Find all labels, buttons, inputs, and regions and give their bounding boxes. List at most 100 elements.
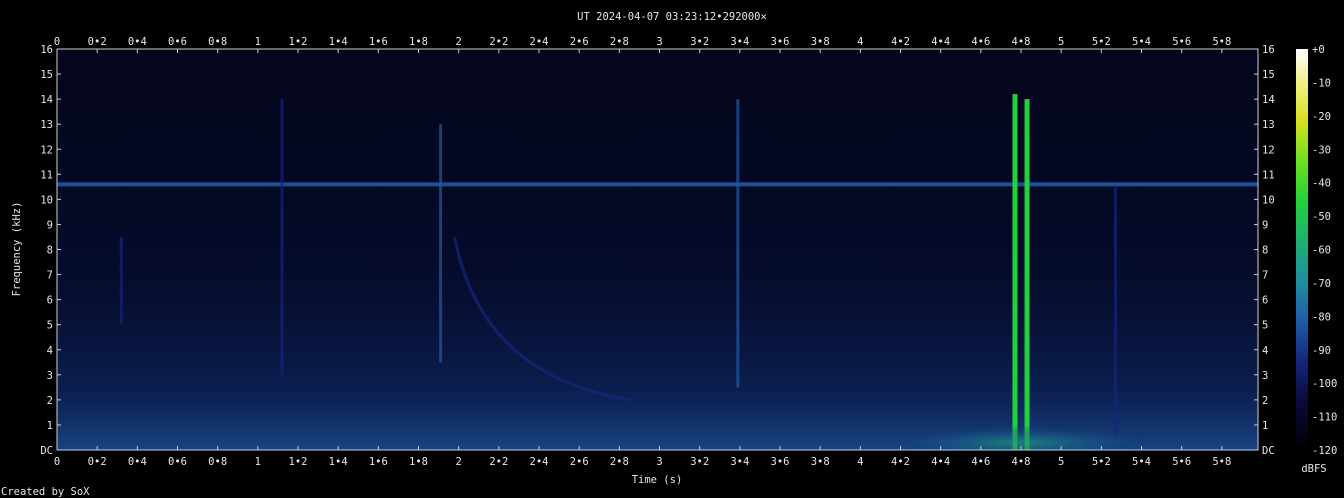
x-tick-label-top: 4•2 <box>891 36 910 48</box>
x-tick-label-bottom: 2•4 <box>530 456 549 468</box>
colorbar-tick-label: +0 <box>1312 44 1325 56</box>
feature-vertical-burst <box>1012 94 1018 451</box>
x-tick-label-bottom: 3•6 <box>771 456 790 468</box>
colorbar-ticks: +0 -10 -20 -30 -40 -50 -60 -70 -80 -90 -100 -110 -12… <box>1312 44 1337 457</box>
feature-vertical-burst <box>439 124 443 363</box>
y-tick-label-left: 2 <box>47 395 53 407</box>
x-tick-label-top: 1•8 <box>409 36 428 48</box>
x-tick-label-bottom: 5 <box>1058 456 1064 468</box>
y-tick-label-right: 10 <box>1262 194 1275 206</box>
y-tick-label-left: 12 <box>40 144 53 156</box>
y-tick-label-right: 14 <box>1262 94 1275 106</box>
y-tick-label-right: 8 <box>1262 245 1268 257</box>
colorbar-tick-label: -60 <box>1312 245 1331 257</box>
feature-vertical-burst <box>1024 99 1030 450</box>
y-tick-label-left: 16 <box>40 44 53 56</box>
x-tick-label-bottom: 4 <box>857 456 863 468</box>
y-tick-label-right: DC <box>1262 445 1275 457</box>
y-tick-label-left: 7 <box>47 270 53 282</box>
x-tick-label-bottom: 3•2 <box>690 456 709 468</box>
x-tick-label-top: 4 <box>857 36 863 48</box>
x-tick-label-bottom: 4•6 <box>971 456 990 468</box>
y-tick-label-right: 1 <box>1262 420 1268 432</box>
x-tick-label-bottom: 1•4 <box>329 456 348 468</box>
colorbar-tick-label: -100 <box>1312 378 1337 390</box>
x-tick-label-top: 0•4 <box>128 36 147 48</box>
y-tick-label-right: 6 <box>1262 295 1268 307</box>
x-tick-label-bottom: 4•2 <box>891 456 910 468</box>
x-tick-label-bottom: 2•8 <box>610 456 629 468</box>
colorbar-tick-label: -10 <box>1312 77 1331 89</box>
colorbar-tick-label: -30 <box>1312 144 1331 156</box>
colorbar-tick-label: -120 <box>1312 445 1337 457</box>
x-tick-label-bottom: 5•2 <box>1092 456 1111 468</box>
y-tick-label-left: 9 <box>47 219 53 231</box>
x-tick-label-bottom: 4•8 <box>1012 456 1031 468</box>
colorbar-label: dBFS <box>1301 463 1326 475</box>
x-tick-label-bottom: 3•4 <box>730 456 749 468</box>
feature-vertical-burst <box>736 99 740 388</box>
x-tick-label-bottom: 0•4 <box>128 456 147 468</box>
plot-area <box>56 48 1259 451</box>
y-tick-label-right: 4 <box>1262 345 1268 357</box>
feature-vertical-burst <box>280 99 284 375</box>
colorbar: +0 -10 -20 -30 -40 -50 -60 -70 -80 -90 -100 -110 -12… <box>1296 44 1337 475</box>
x-tick-label-bottom: 3•8 <box>811 456 830 468</box>
colorbar-gradient <box>1296 49 1308 450</box>
x-tick-label-bottom: 0 <box>54 456 60 468</box>
y-tick-label-right: 16 <box>1262 44 1275 56</box>
x-tick-label-top: 5•8 <box>1212 36 1231 48</box>
feature-low-band <box>900 419 1142 450</box>
y-tick-label-right: 15 <box>1262 69 1275 81</box>
y-tick-label-left: 11 <box>40 169 53 181</box>
x-tick-label-bottom: 5•8 <box>1212 456 1231 468</box>
feature-vertical-burst <box>1113 186 1117 438</box>
x-tick-label-top: 1•6 <box>369 36 388 48</box>
y-tick-label-left: 14 <box>40 94 53 106</box>
x-tick-label-top: 3 <box>656 36 662 48</box>
x-tick-label-top: 2•6 <box>570 36 589 48</box>
y-tick-label-right: 5 <box>1262 320 1268 332</box>
x-tick-label-top: 3•8 <box>811 36 830 48</box>
x-tick-label-top: 5 <box>1058 36 1064 48</box>
colorbar-tick-label: -40 <box>1312 178 1331 190</box>
y-tick-label-left: 13 <box>40 119 53 131</box>
x-tick-label-top: 3•2 <box>690 36 709 48</box>
x-tick-label-top: 4•6 <box>971 36 990 48</box>
x-tick-label-top: 0 <box>54 36 60 48</box>
x-tick-label-top: 1•2 <box>289 36 308 48</box>
y-tick-label-right: 3 <box>1262 370 1268 382</box>
x-tick-label-bottom: 5•4 <box>1132 456 1151 468</box>
x-tick-label-bottom: 1•8 <box>409 456 428 468</box>
y-axis-label: Frequency (kHz) <box>11 202 23 297</box>
footer-credit: Created by SoX <box>1 486 90 498</box>
y-tick-label-left: 10 <box>40 194 53 206</box>
x-tick-label-top: 5•2 <box>1092 36 1111 48</box>
spectrogram-chart: UT 2024-04-07 03:23:12•292000× 0 0•2 0•4 0•… <box>1 11 1337 498</box>
colorbar-tick-label: -50 <box>1312 211 1331 223</box>
x-tick-label-bottom: 2•6 <box>570 456 589 468</box>
x-tick-label-bottom: 1•6 <box>369 456 388 468</box>
feature-vertical-burst <box>119 236 123 325</box>
x-axis-label: Time (s) <box>632 474 683 486</box>
x-tick-label-bottom: 4•4 <box>931 456 950 468</box>
x-tick-label-bottom: 0•2 <box>88 456 107 468</box>
y-tick-label-right: 13 <box>1262 119 1275 131</box>
y-tick-label-left: 1 <box>47 420 53 432</box>
chart-title: UT 2024-04-07 03:23:12•292000× <box>577 11 767 23</box>
y-tick-label-left: 8 <box>47 245 53 257</box>
x-tick-label-top: 2•8 <box>610 36 629 48</box>
y-tick-label-left: 6 <box>47 295 53 307</box>
x-tick-label-bottom: 2 <box>456 456 462 468</box>
x-tick-label-top: 0•8 <box>208 36 227 48</box>
x-tick-label-bottom: 1•2 <box>289 456 308 468</box>
x-tick-label-bottom: 0•6 <box>168 456 187 468</box>
y-tick-label-left: 15 <box>40 69 53 81</box>
x-tick-label-bottom: 0•8 <box>208 456 227 468</box>
y-tick-label-left: 4 <box>47 345 53 357</box>
colorbar-tick-label: -20 <box>1312 111 1331 123</box>
x-tick-label-top: 3•6 <box>771 36 790 48</box>
x-tick-label-top: 0•2 <box>88 36 107 48</box>
colorbar-tick-label: -70 <box>1312 278 1331 290</box>
y-tick-label-right: 7 <box>1262 270 1268 282</box>
